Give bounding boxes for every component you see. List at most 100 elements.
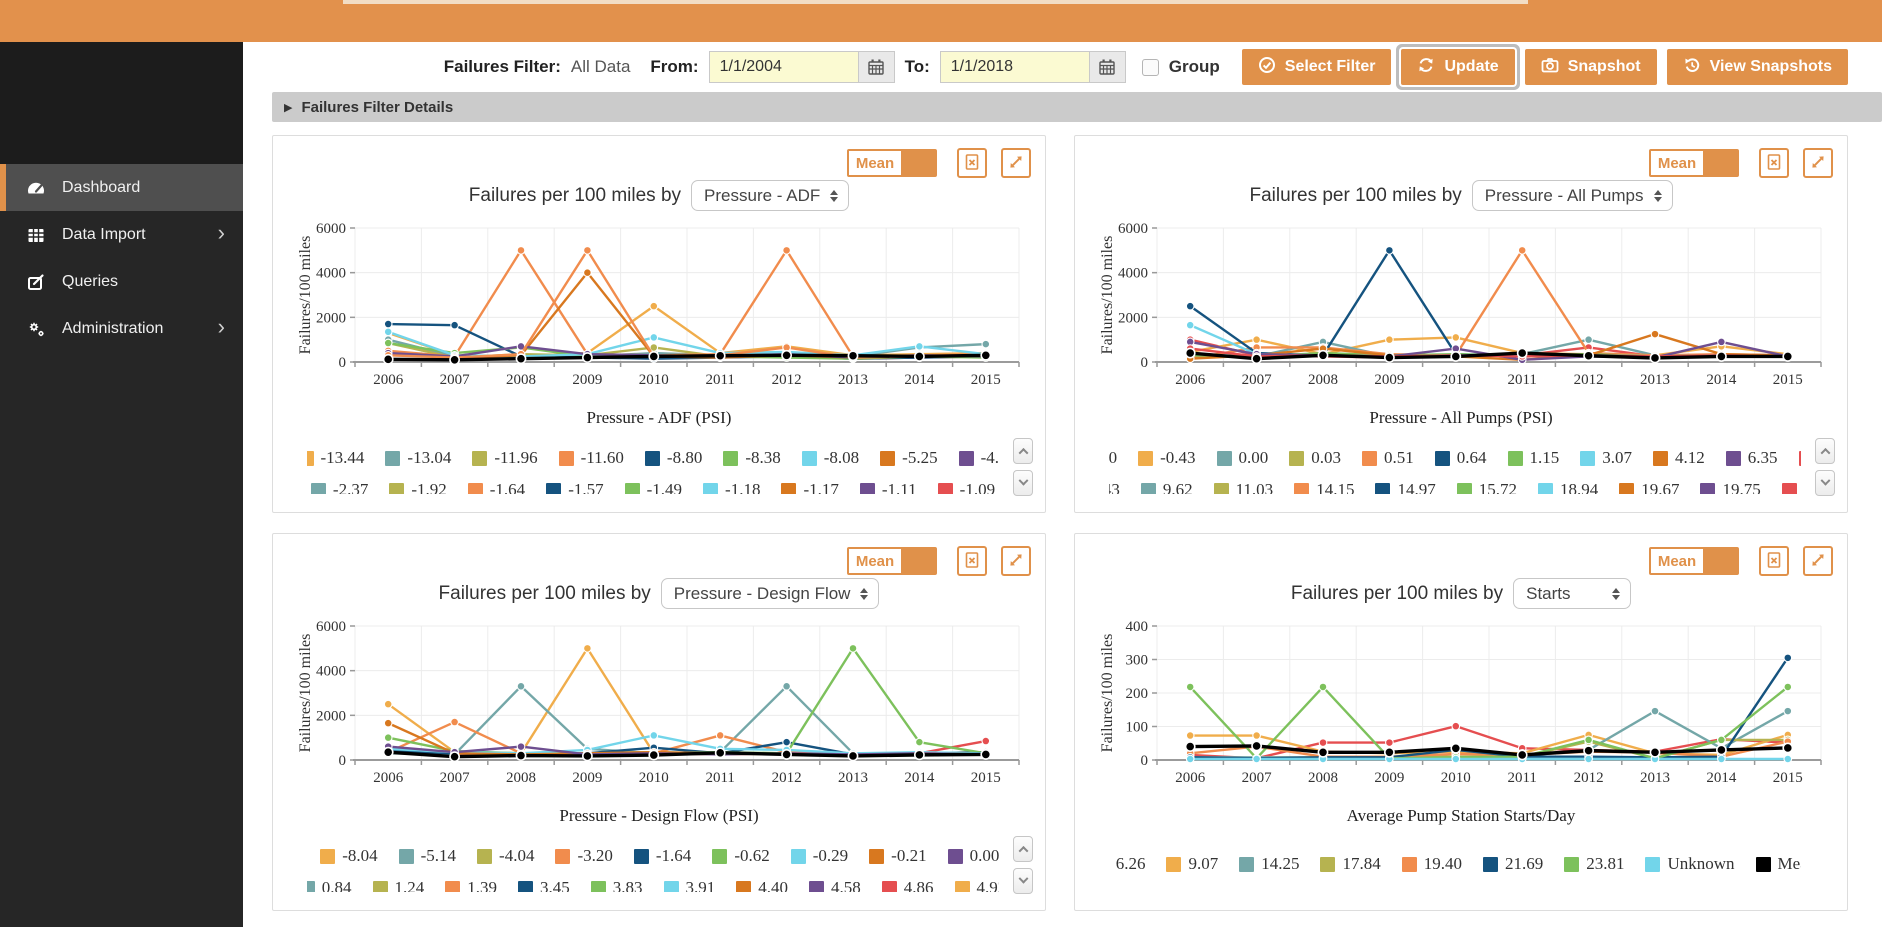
legend-swatch — [1781, 482, 1797, 494]
legend-label: -0.43 — [1160, 448, 1196, 467]
legend-swatch — [372, 880, 388, 892]
svg-text:0: 0 — [1141, 355, 1149, 371]
from-calendar-button[interactable] — [857, 52, 894, 82]
export-excel-button[interactable] — [1759, 148, 1789, 178]
legend-swatch — [1507, 450, 1523, 466]
group-checkbox[interactable] — [1141, 58, 1159, 76]
export-excel-button[interactable] — [1759, 546, 1789, 576]
legend-swatch — [1564, 856, 1580, 872]
expand-chart-button[interactable] — [1001, 546, 1031, 576]
svg-text:100: 100 — [1126, 720, 1149, 736]
x-axis-title: Pressure - All Pumps (PSI) — [1369, 408, 1553, 427]
legend-swatch — [736, 880, 752, 892]
legend-scrollbar — [1815, 438, 1835, 496]
update-button[interactable]: Update — [1401, 49, 1515, 85]
legend-label: 0.00 — [969, 846, 999, 865]
to-calendar-button[interactable] — [1088, 52, 1125, 82]
legend-scroll-down-button[interactable] — [1013, 470, 1033, 496]
expand-chart-button[interactable] — [1803, 546, 1833, 576]
mean-toggle[interactable]: Mean — [847, 149, 937, 177]
legend-item: 4.40 — [736, 878, 788, 892]
legend-item: -1.60 — [1109, 448, 1117, 468]
legend-label: -2.37 — [332, 480, 369, 494]
svg-text:400: 400 — [1126, 619, 1149, 635]
legend-label: 0.00 — [1238, 448, 1269, 467]
to-label: To: — [904, 57, 930, 76]
chart-canvas: 0 2000 4000 6000 2006 2007 2008 2009 2010 2011 201… — [1099, 221, 1822, 388]
export-excel-button[interactable] — [957, 546, 987, 576]
failures-filter-details-bar[interactable]: ▶ Failures Filter Details — [272, 92, 1882, 122]
legend-label: 4.86 — [903, 878, 934, 892]
select-arrows-icon — [830, 189, 839, 202]
legend-swatch — [1700, 482, 1716, 494]
sidebar-item-dashboard[interactable]: Dashboard — [0, 164, 243, 211]
legend-swatch — [790, 848, 806, 864]
x-axis-title: Pressure - Design Flow (PSI) — [559, 806, 759, 825]
failures-filter-toolbar: Failures Filter: All Data From: To: Grou… — [243, 42, 1882, 92]
legend-swatch — [1216, 450, 1232, 466]
legend-label: 9.43 — [1109, 480, 1120, 494]
main-content: Failures Filter: All Data From: To: Grou… — [243, 0, 1882, 911]
svg-text:2011: 2011 — [705, 372, 734, 388]
sidebar-item-administration[interactable]: Administration › — [0, 305, 243, 352]
from-date-input[interactable] — [709, 52, 858, 82]
legend-swatch — [1725, 450, 1741, 466]
sidebar-item-label: Queries — [62, 272, 119, 290]
legend-label: -1.49 — [646, 480, 683, 494]
mean-toggle[interactable]: Mean — [847, 547, 937, 575]
svg-text:6000: 6000 — [316, 221, 346, 237]
legend-item: 0.84 — [307, 878, 352, 892]
expand-arrows-icon — [1007, 153, 1025, 174]
check-circle-icon — [1258, 56, 1276, 79]
legend-label: 3.45 — [540, 878, 570, 892]
legend-item: -1.17 — [781, 480, 839, 494]
legend-scroll-up-button[interactable] — [1815, 438, 1835, 464]
svg-text:200: 200 — [1126, 686, 1149, 702]
svg-text:2012: 2012 — [1574, 372, 1604, 388]
chart-metric-select[interactable]: Pressure - ADF — [691, 180, 850, 211]
chart-metric-select[interactable]: Pressure - All Pumps — [1471, 180, 1673, 211]
legend-scroll-up-button[interactable] — [1013, 438, 1033, 464]
legend-label: -1.64 — [489, 480, 526, 494]
legend-swatch — [1580, 450, 1596, 466]
legend-item: Mean — [1755, 854, 1801, 874]
legend-item: 4.92 — [954, 878, 999, 892]
expand-chart-button[interactable] — [1001, 148, 1031, 178]
sidebar-item-label: Dashboard — [62, 178, 141, 196]
svg-text:2015: 2015 — [1773, 770, 1803, 786]
mean-toggle[interactable]: Mean — [1649, 149, 1739, 177]
legend-scroll-down-button[interactable] — [1815, 470, 1835, 496]
legend-label: -1.57 — [568, 480, 604, 494]
legend-swatch — [1140, 482, 1156, 494]
legend-item: 19.67 — [1619, 480, 1679, 494]
excel-file-icon — [963, 551, 981, 572]
group-label: Group — [1168, 57, 1220, 76]
select-arrows-icon — [860, 587, 869, 600]
legend-item: 1.39 — [445, 878, 497, 892]
chart-legend: -11.94-8.04-5.14-4.04-3.20-1.64-0.62-0.2… — [307, 840, 999, 892]
legend-scroll-down-button[interactable] — [1013, 868, 1033, 894]
legend-item: 1.15 — [1507, 448, 1559, 468]
sidebar-item-data-import[interactable]: Data Import › — [0, 211, 243, 258]
legend-scroll-up-button[interactable] — [1013, 836, 1033, 862]
legend-label: -3.20 — [577, 846, 613, 865]
svg-text:2014: 2014 — [904, 770, 935, 786]
to-date-input[interactable] — [940, 52, 1089, 82]
snapshot-button[interactable]: Snapshot — [1524, 49, 1657, 85]
mean-toggle[interactable]: Mean — [1649, 547, 1739, 575]
view-snapshots-button[interactable]: View Snapshots — [1666, 49, 1848, 85]
legend-item: -13.44 — [307, 448, 364, 468]
legend-item: 7.49 — [1798, 448, 1801, 468]
expand-chart-button[interactable] — [1803, 148, 1833, 178]
refresh-icon — [1417, 56, 1435, 79]
legend-swatch — [385, 450, 401, 466]
chart-metric-select[interactable]: Pressure - Design Flow — [660, 578, 880, 609]
legend-label: -5.25 — [902, 448, 938, 467]
sidebar-item-queries[interactable]: Queries — [0, 258, 243, 305]
select-filter-button[interactable]: Select Filter — [1241, 49, 1392, 85]
export-excel-button[interactable] — [957, 148, 987, 178]
chart-metric-select[interactable]: Starts — [1513, 578, 1632, 609]
legend-label: -4.04 — [499, 846, 535, 865]
top-bar-highlight — [343, 0, 1528, 4]
legend-swatch — [880, 450, 896, 466]
